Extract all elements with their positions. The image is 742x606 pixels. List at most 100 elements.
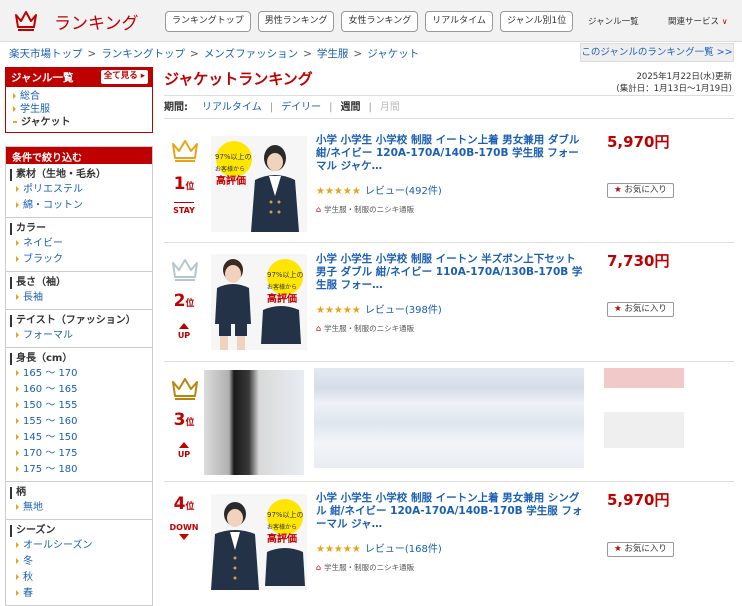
filter-item[interactable]: 175 ～ 180 xyxy=(14,462,152,478)
product-image[interactable]: 97%以上の お客様から 高評価 xyxy=(211,494,307,590)
breadcrumb-jacket[interactable]: ジャケット xyxy=(367,48,419,60)
filter-item-label: 160 ～ 165 xyxy=(23,384,78,395)
period-realtime[interactable]: リアルタイム xyxy=(202,102,262,113)
rank-status: STAY xyxy=(173,206,195,215)
triangle-right-icon xyxy=(16,558,19,564)
filter-item[interactable]: オールシーズン xyxy=(14,538,152,554)
filter-item-label: 155 ～ 160 xyxy=(23,416,78,427)
updated-info: 2025年1月22日(水)更新 (集計日：1月13日～1月19日) xyxy=(616,71,732,95)
filter-item[interactable]: ブラック xyxy=(14,252,152,268)
filter-section-taste: テイスト（ファッション） フォーマル xyxy=(6,310,152,348)
rank-status: UP xyxy=(177,450,191,459)
rank-number: 4位 xyxy=(164,494,204,514)
favorite-button[interactable]: ★ お気に入り xyxy=(607,542,674,557)
filter-item[interactable]: 長袖 xyxy=(14,290,152,306)
filter-item-label: 長袖 xyxy=(23,292,43,303)
see-all-button[interactable]: 全て見る ▸ xyxy=(100,70,148,84)
filter-item[interactable]: 170 ～ 175 xyxy=(14,446,152,462)
product-title[interactable]: 小学 小学生 小学校 制服 イートン上着 男女兼用 ダブル 紺/ネイビー 120… xyxy=(316,134,586,173)
nav-female-ranking[interactable]: 女性ランキング xyxy=(341,11,419,32)
genre-item-school-uniform[interactable]: 学生服 xyxy=(13,103,152,116)
filter-item-label: オールシーズン xyxy=(23,540,93,551)
product-price: 5,970円 xyxy=(607,133,670,151)
filter-title: テイスト（ファッション） xyxy=(16,315,136,326)
triangle-right-icon xyxy=(16,574,19,580)
triangle-right-icon xyxy=(16,402,19,408)
period-selector: 期間: リアルタイム | デイリー | 週間 | 月間 xyxy=(164,95,734,119)
filter-item[interactable]: ポリエステル xyxy=(14,182,152,198)
shop-link[interactable]: ⌂ 学生服・制服のニシキ通販 xyxy=(316,323,414,334)
breadcrumb-ranking-top[interactable]: ランキングトップ xyxy=(101,48,185,60)
period-weekly: 週間 xyxy=(340,102,361,113)
up-arrow-icon xyxy=(179,323,189,329)
bronze-crown-icon xyxy=(172,378,198,400)
shop-link[interactable]: ⌂ 学生服・制服のニシキ通販 xyxy=(316,562,414,573)
product-title[interactable]: 小学 小学生 小学校 制服 イートン 半ズボン上下セット 男子 ダブル 紺/ネイ… xyxy=(316,253,586,292)
rating: ★★★★★ レビュー(398件) xyxy=(316,301,442,316)
breadcrumb-school-uniform[interactable]: 学生服 xyxy=(317,48,349,60)
favorite-button[interactable]: ★ お気に入り xyxy=(607,183,674,198)
filter-item[interactable]: 165 ～ 170 xyxy=(14,366,152,382)
ranking-item-1: 1位 STAY 97%以上の お客様から 高評価 小学 小学生 小学校 制服 イ… xyxy=(164,124,734,243)
breadcrumb: 楽天市場トップ > ランキングトップ > メンズファッション > 学生服 > ジャケット xyxy=(9,46,419,61)
filter-item-label: ネイビー xyxy=(23,238,63,249)
period-daily[interactable]: デイリー xyxy=(281,102,321,113)
genre-list-link[interactable]: ジャンル一覧 xyxy=(588,15,639,27)
filter-section-sleeve: 長さ（袖） 長袖 xyxy=(6,272,152,310)
crown-logo-icon[interactable] xyxy=(14,8,38,32)
badge-line1: 97%以上の xyxy=(267,271,304,279)
nav-genre-first[interactable]: ジャンル別1位 xyxy=(499,11,574,32)
nav-realtime[interactable]: リアルタイム xyxy=(425,11,493,32)
badge-line3: 高評価 xyxy=(267,534,297,545)
updated-date: 2025年1月22日(水)更新 xyxy=(636,72,733,82)
filter-item[interactable]: 冬 xyxy=(14,554,152,570)
filter-item[interactable]: 155 ～ 160 xyxy=(14,414,152,430)
triangle-right-icon xyxy=(16,186,19,192)
logo-text[interactable]: ランキング xyxy=(54,9,139,34)
genre-ranking-list-link[interactable]: このジャンルのランキング一覧 >> xyxy=(580,43,734,62)
rating: ★★★★★ レビュー(168件) xyxy=(316,540,442,555)
chevron-down-icon: ∨ xyxy=(721,17,728,26)
badge-line3: 高評価 xyxy=(267,294,297,305)
genre-label: ジャケット xyxy=(21,117,71,128)
top-nav: ランキングトップ 男性ランキング 女性ランキング リアルタイム ジャンル別1位 xyxy=(165,11,574,32)
filter-item[interactable]: 150 ～ 155 xyxy=(14,398,152,414)
filter-item[interactable]: フォーマル xyxy=(14,328,152,344)
triangle-right-icon xyxy=(16,450,19,456)
triangle-right-icon xyxy=(16,370,19,376)
nav-ranking-top[interactable]: ランキングトップ xyxy=(165,11,251,32)
breadcrumb-mens-fashion[interactable]: メンズファッション xyxy=(204,48,298,60)
filter-item[interactable]: 160 ～ 165 xyxy=(14,382,152,398)
filter-item[interactable]: 春 xyxy=(14,586,152,602)
favorite-button[interactable]: ★ お気に入り xyxy=(607,302,674,317)
filter-item-label: 170 ～ 175 xyxy=(23,448,78,459)
review-link[interactable]: レビュー(168件) xyxy=(365,544,442,555)
filter-item[interactable]: 無地 xyxy=(14,500,152,516)
filter-item-label: 150 ～ 155 xyxy=(23,400,78,411)
product-image[interactable]: 97%以上の お客様から 高評価 xyxy=(211,254,307,350)
rank-value: 2 xyxy=(173,291,186,311)
shop-name: 学生服・制服のニシキ通販 xyxy=(324,563,415,572)
filter-item[interactable]: 綿・コットン xyxy=(14,198,152,214)
nav-male-ranking[interactable]: 男性ランキング xyxy=(257,11,335,32)
review-link[interactable]: レビュー(398件) xyxy=(365,305,442,316)
review-link[interactable]: レビュー(492件) xyxy=(365,186,442,197)
down-arrow-icon xyxy=(179,534,189,540)
genre-item-all[interactable]: 総合 xyxy=(13,90,152,103)
filter-item-label: 冬 xyxy=(23,556,33,567)
product-image[interactable]: 97%以上の お客様から 高評価 xyxy=(211,136,307,232)
shop-link[interactable]: ⌂ 学生服・制服のニシキ通販 xyxy=(316,204,414,215)
triangle-right-icon xyxy=(16,504,19,510)
filter-item[interactable]: ネイビー xyxy=(14,236,152,252)
filter-item-label: 綿・コットン xyxy=(23,200,83,211)
ranking-item-4: 4位 DOWN 97%以上の お客様から 高評価 小学 小学生 小学校 制服 イ… xyxy=(164,482,734,604)
triangle-right-icon xyxy=(16,418,19,424)
up-arrow-icon xyxy=(179,442,189,448)
breadcrumb-rakuten-top[interactable]: 楽天市場トップ xyxy=(9,48,83,60)
filter-item[interactable]: 145 ～ 150 xyxy=(14,430,152,446)
related-services-menu[interactable]: 関連サービス ∨ xyxy=(668,15,728,27)
rank-value: 4 xyxy=(173,494,186,514)
filter-item[interactable]: 秋 xyxy=(14,570,152,586)
product-title[interactable]: 小学 小学生 小学校 制服 イートン上着 男女兼用 シングル 紺/ネイビー 12… xyxy=(316,492,586,531)
triangle-right-icon xyxy=(16,386,19,392)
